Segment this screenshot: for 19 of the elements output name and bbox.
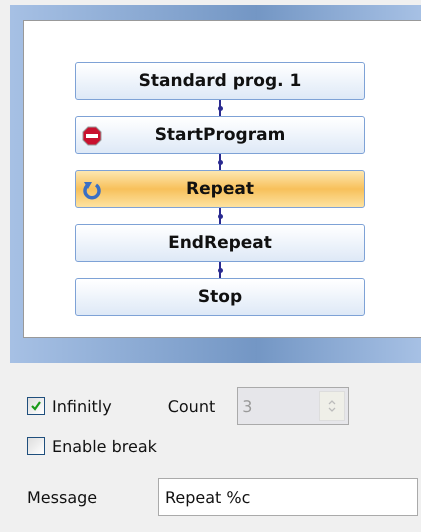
- checkbox[interactable]: [27, 397, 45, 415]
- checkmark-icon: [30, 400, 42, 412]
- flow-node[interactable]: Standard prog. 1: [75, 62, 365, 100]
- message-label: Message: [27, 488, 98, 506]
- message-input-field[interactable]: Repeat %c: [158, 478, 418, 516]
- connector-line: [219, 154, 221, 170]
- flow-node[interactable]: StartProgram: [75, 116, 365, 154]
- stop-sign-icon: [82, 126, 102, 146]
- checkbox-label: Infinitly: [52, 396, 112, 416]
- flow-node[interactable]: EndRepeat: [75, 224, 365, 262]
- connector-line: [219, 100, 221, 116]
- connector-line: [219, 262, 221, 278]
- flow-node[interactable]: Repeat: [75, 170, 365, 208]
- flow-node[interactable]: Stop: [75, 278, 365, 316]
- checkbox[interactable]: [27, 437, 45, 455]
- checkbox-label: Enable break: [52, 436, 157, 456]
- connector-line: [219, 208, 221, 224]
- circular-arrow-icon: [82, 180, 102, 200]
- count-label: Count: [168, 396, 216, 416]
